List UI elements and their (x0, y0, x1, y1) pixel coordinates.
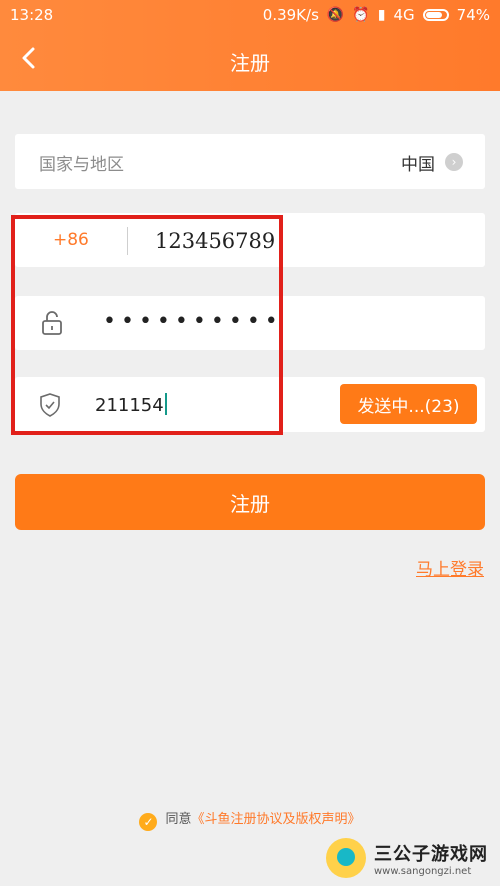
divider (127, 227, 128, 255)
watermark: 三公子游戏网 www.sangongzi.net (326, 838, 488, 878)
watermark-logo-icon (326, 838, 366, 878)
agreement-row: ✓ 同意《斗鱼注册协议及版权声明》 (0, 808, 500, 831)
check-icon[interactable]: ✓ (139, 813, 158, 831)
phone-input[interactable] (153, 223, 457, 259)
send-code-button[interactable]: 发送中...(23) (340, 384, 477, 424)
network-speed: 0.39K/s (262, 6, 319, 24)
watermark-url: www.sangongzi.net (374, 865, 472, 877)
country-code[interactable]: +86 (53, 230, 89, 250)
region-selector[interactable]: 国家与地区 中国 › (15, 134, 485, 189)
login-link[interactable]: 马上登录 (416, 555, 484, 580)
shield-icon (40, 393, 60, 417)
status-bar: 13:28 0.39K/s 🔕 ⏰ ▮ 4G 74% (0, 0, 500, 32)
chevron-right-icon: › (445, 153, 463, 171)
battery-icon (422, 9, 449, 21)
agreement-prefix: 同意 (165, 812, 192, 827)
region-value: 中国 (401, 155, 435, 175)
mute-icon: 🔕 (326, 7, 345, 23)
register-button[interactable]: 注册 (15, 474, 485, 530)
signal-icon: ▮ (377, 7, 386, 23)
watermark-title: 三公子游戏网 (374, 843, 488, 865)
alarm-icon: ⏰ (352, 7, 370, 23)
region-label: 国家与地区 (39, 155, 124, 175)
verification-code-text: 211154 (95, 395, 164, 416)
password-field[interactable]: •••••••••• (103, 309, 283, 334)
navbar: 注册 (0, 32, 500, 91)
status-time: 13:28 (10, 6, 54, 24)
password-row[interactable]: •••••••••• (15, 296, 485, 350)
verification-code-input[interactable]: 211154 (95, 393, 167, 416)
app-header: 13:28 0.39K/s 🔕 ⏰ ▮ 4G 74% 注册 (0, 0, 500, 91)
battery-percent: 74% (456, 6, 490, 24)
phone-row: +86 (15, 213, 485, 267)
status-right-group: 0.39K/s 🔕 ⏰ ▮ 4G 74% (263, 6, 490, 24)
lock-icon (42, 311, 62, 335)
page-title: 注册 (230, 51, 270, 75)
text-cursor (164, 393, 167, 415)
agreement-link[interactable]: 《斗鱼注册协议及版权声明》 (192, 812, 361, 827)
network-type: 4G (393, 6, 415, 24)
watermark-text: 三公子游戏网 www.sangongzi.net (374, 840, 488, 877)
